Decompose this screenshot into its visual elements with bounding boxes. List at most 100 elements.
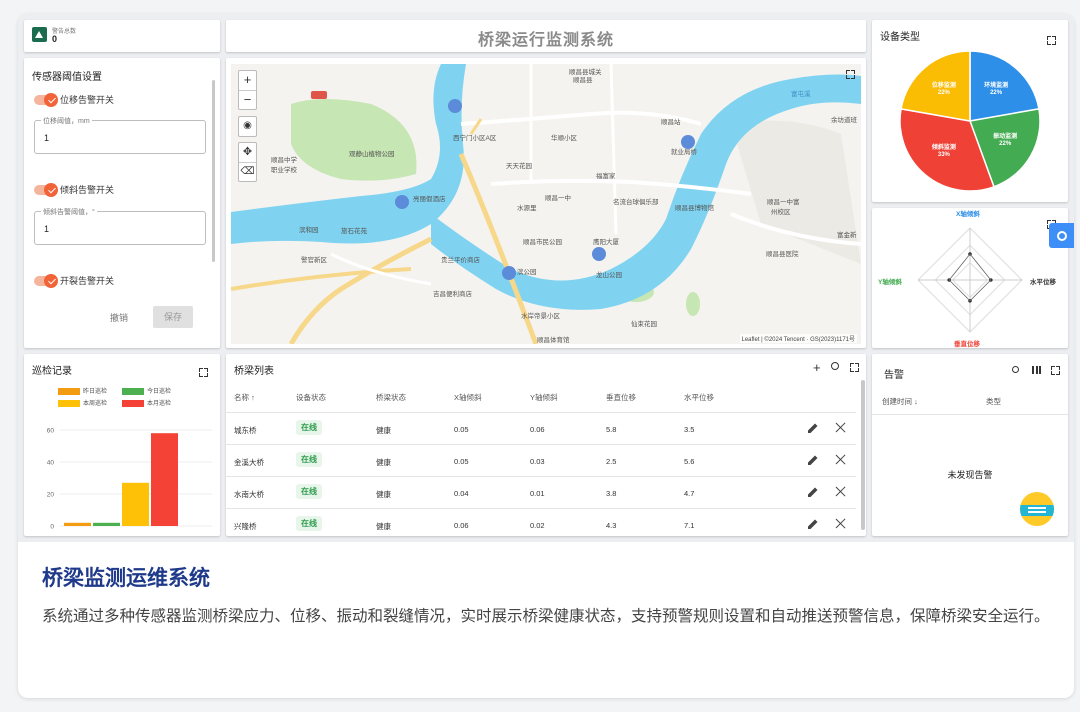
- map-label: 余坊道班: [831, 117, 857, 124]
- settings-side-button[interactable]: [1049, 223, 1074, 248]
- cancel-button[interactable]: 撤销: [110, 311, 128, 324]
- radar-label-vertical: 垂直位移: [954, 341, 980, 348]
- status-badge: 在线: [296, 452, 322, 467]
- bridge-list-scrollbar[interactable]: [861, 380, 865, 530]
- edit-icon[interactable]: [807, 422, 819, 434]
- zoom-control: + −: [238, 70, 257, 110]
- displacement-alarm-toggle[interactable]: [34, 93, 58, 107]
- y-tick-label: 40: [47, 460, 55, 467]
- map-label: 顺昌一中: [545, 195, 571, 202]
- eraser-icon[interactable]: ⌫: [239, 162, 256, 181]
- table-row[interactable]: 城东桥 在线 健康 0.05 0.06 5.8 3.5: [226, 412, 856, 444]
- bar[interactable]: [93, 522, 120, 526]
- cell-x: 0.05: [454, 425, 469, 434]
- map-label: 就业局桥: [671, 149, 697, 156]
- delete-icon[interactable]: [835, 422, 846, 433]
- alerts-title: 告警: [884, 370, 904, 381]
- edit-icon[interactable]: [807, 454, 819, 466]
- warning-icon: [32, 27, 47, 42]
- sensor-radar-panel: X轴倾斜 水平位移 垂直位移 Y轴倾斜: [872, 208, 1068, 348]
- delete-icon[interactable]: [835, 454, 846, 465]
- map-label: 福富家: [596, 173, 616, 180]
- cell-x: 0.05: [454, 457, 469, 466]
- tilt-toggle-label: 倾斜告警开关: [60, 185, 115, 195]
- cell-v: 2.5: [606, 457, 617, 466]
- tilt-alarm-toggle[interactable]: [34, 183, 58, 197]
- map-label: 职业学校: [271, 167, 297, 174]
- alerts-panel: 告警 创建时间 ↓ 类型 未发现告警: [872, 354, 1068, 536]
- bar[interactable]: [151, 433, 178, 526]
- col-header-x-tilt[interactable]: X轴倾斜: [454, 392, 482, 403]
- zoom-out-button[interactable]: −: [239, 90, 256, 109]
- map-view[interactable]: + − ◉ ✥ ⌫ 顺昌县城关 顺昌县 西宁门小区A区 华顺小区 顺昌站 余坊道…: [231, 64, 861, 344]
- col-header-name[interactable]: 名称 ↑: [234, 392, 255, 403]
- table-row[interactable]: 兴隆桥 在线 健康 0.06 0.02 4.3 7.1: [226, 508, 856, 536]
- map-label: 顺昌体育馆: [537, 337, 570, 344]
- delete-icon[interactable]: [835, 518, 846, 529]
- col-header-device-status[interactable]: 设备状态: [296, 392, 326, 403]
- cell-y: 0.03: [530, 457, 545, 466]
- displacement-threshold-field[interactable]: 位移阈值，mm: [34, 116, 206, 154]
- location-control[interactable]: ◉: [238, 116, 257, 137]
- move-icon[interactable]: ✥: [239, 143, 256, 162]
- tilt-field-label: 倾斜告警阈值，°: [41, 207, 97, 217]
- map-panel: + − ◉ ✥ ⌫ 顺昌县城关 顺昌县 西宁门小区A区 华顺小区 顺昌站 余坊道…: [226, 58, 866, 348]
- bridge-list-fullscreen-icon[interactable]: [850, 363, 859, 372]
- table-row[interactable]: 金溪大桥 在线 健康 0.05 0.03 2.5 5.6: [226, 444, 856, 476]
- add-icon[interactable]: +: [813, 360, 821, 375]
- assistant-float-button[interactable]: [1020, 492, 1054, 526]
- col-header-y-tilt[interactable]: Y轴倾斜: [530, 392, 558, 403]
- cell-name: 金溪大桥: [234, 458, 264, 467]
- cell-x: 0.04: [454, 489, 469, 498]
- map-label: 名流台球俱乐部: [613, 199, 659, 206]
- title-panel: 桥梁运行监测系统: [226, 20, 866, 52]
- cell-y: 0.02: [530, 521, 545, 530]
- tilt-threshold-input[interactable]: [44, 224, 194, 234]
- col-header-bridge-status[interactable]: 桥梁状态: [376, 392, 406, 403]
- map-label: 滨和园: [299, 227, 319, 234]
- map-label: 警官新区: [301, 257, 327, 264]
- col-header-time[interactable]: 创建时间 ↓: [882, 396, 918, 407]
- table-row[interactable]: 水南大桥 在线 健康 0.04 0.01 3.8 4.7: [226, 476, 856, 508]
- map-label: 吉昌便利商店: [433, 291, 472, 298]
- map-label: 旅石花苑: [341, 228, 367, 235]
- displacement-threshold-input[interactable]: [44, 133, 194, 143]
- search-icon[interactable]: [831, 362, 839, 370]
- map-label: 顺昌一中富: [767, 199, 800, 206]
- map-label: 州校区: [771, 209, 791, 216]
- pie-slice-label: 位移监测 22%: [931, 82, 956, 96]
- map-label: 水源里: [517, 205, 537, 212]
- map-label: 观静山植物公园: [349, 151, 395, 158]
- columns-icon[interactable]: [1032, 366, 1041, 374]
- bar[interactable]: [122, 482, 149, 526]
- pie-slice-label: 环境监测 22%: [984, 82, 1009, 96]
- bar[interactable]: [64, 522, 91, 526]
- threshold-scrollbar[interactable]: [212, 80, 215, 262]
- alerts-fullscreen-icon[interactable]: [1051, 366, 1060, 375]
- tilt-threshold-field[interactable]: 倾斜告警阈值，°: [34, 207, 206, 245]
- map-fullscreen-icon[interactable]: [846, 70, 855, 79]
- col-header-horizontal[interactable]: 水平位移: [684, 392, 714, 403]
- delete-icon[interactable]: [835, 486, 846, 497]
- crack-alarm-toggle[interactable]: [34, 274, 58, 288]
- map-label: 顺昌县: [573, 77, 593, 84]
- zoom-in-button[interactable]: +: [239, 71, 256, 90]
- cell-name: 水南大桥: [234, 490, 264, 499]
- save-button[interactable]: 保存: [153, 306, 193, 328]
- map-attribution[interactable]: Leaflet | ©2024 Tencent · GS(2023)1171号: [739, 334, 857, 343]
- search-icon[interactable]: [1012, 366, 1019, 373]
- cell-h: 4.7: [684, 489, 695, 498]
- cell-v: 5.8: [606, 425, 617, 434]
- location-pin-icon: ◉: [243, 120, 252, 131]
- edit-icon[interactable]: [807, 486, 819, 498]
- description-body: 系统通过多种传感器监测桥梁应力、位移、振动和裂缝情况，实时展示桥梁健康状态，支持…: [42, 608, 1050, 625]
- col-header-type[interactable]: 类型: [986, 396, 1001, 407]
- edit-icon[interactable]: [807, 518, 819, 530]
- alarm-count: 0: [52, 34, 58, 44]
- showcase-card: 警告总数 0 桥梁运行监测系统 传感器阈值设置 位移告警开关 位移阈值，mm 倾…: [18, 14, 1074, 698]
- inspection-panel: 巡检记录 昨日巡检 今日巡检 本周巡检 本月巡检 0 20 40 60: [24, 354, 220, 536]
- map-label: 顺昌县博物馆: [675, 205, 714, 212]
- check-icon: [48, 276, 56, 285]
- col-header-vertical[interactable]: 垂直位移: [606, 392, 636, 403]
- y-tick-label: 60: [47, 428, 55, 435]
